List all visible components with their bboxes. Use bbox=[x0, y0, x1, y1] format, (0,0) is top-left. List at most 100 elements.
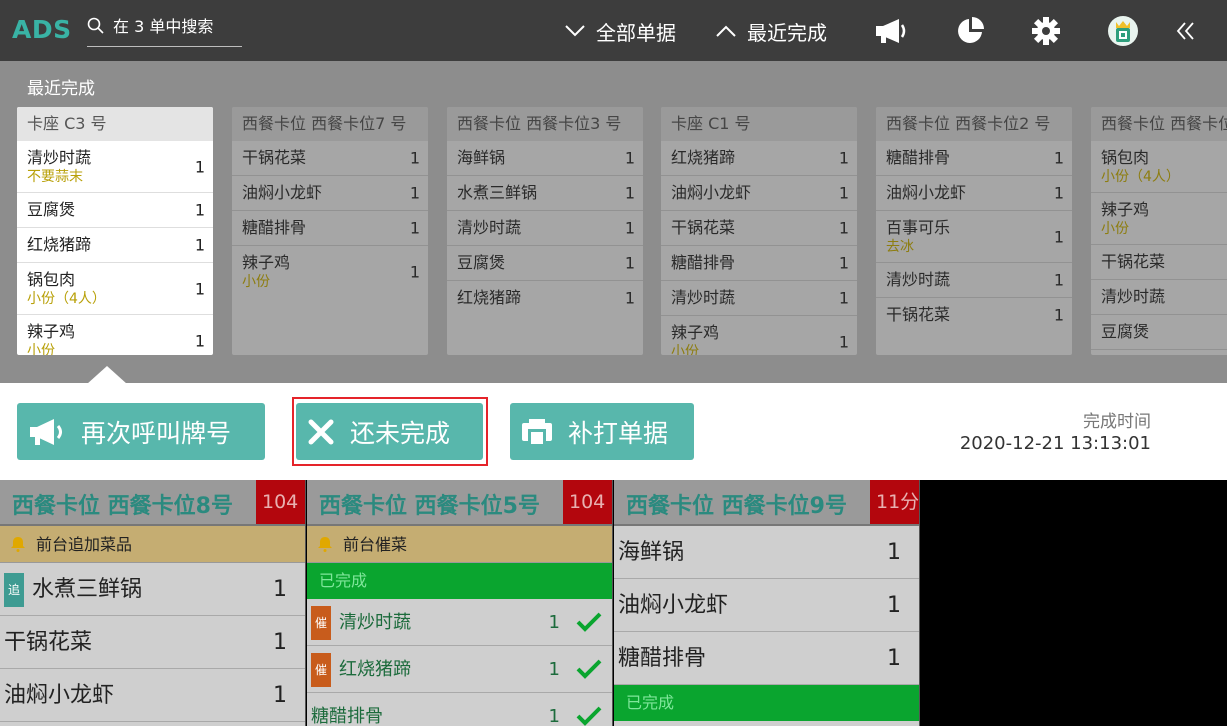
pie-chart-icon bbox=[958, 17, 984, 43]
card-item: 糖醋排骨 1 bbox=[876, 141, 1072, 176]
bell-icon bbox=[318, 537, 332, 552]
search-box[interactable] bbox=[87, 13, 242, 47]
ticket-title: 西餐卡位 西餐卡位5号 bbox=[319, 494, 540, 519]
check-icon bbox=[576, 659, 602, 679]
card-item: 锅包肉 小份（4人） bbox=[1091, 141, 1227, 193]
stats-button[interactable] bbox=[950, 12, 990, 50]
ticket-header: 西餐卡位 西餐卡位9号 11分 bbox=[614, 480, 919, 526]
broadcast-button[interactable] bbox=[871, 12, 911, 50]
ads-kds-app: ADS 全部单据 最近完成 最近完成 bbox=[0, 0, 1227, 726]
recent-done-panel: 最近完成 卡座 C3 号 清炒时蔬 不要蒜末 1 豆腐煲 1 红烧猪蹄 1 锅包肉 小份（… bbox=[0, 61, 1227, 383]
card-item: 干锅花菜 bbox=[1091, 245, 1227, 280]
card-item: 锅包肉 小份（4人） 1 bbox=[17, 263, 213, 315]
recent-card[interactable]: 西餐卡位 西餐卡位7 号 干锅花菜 1 油焖小龙虾 1 糖醋排骨 1 辣子鸡 小份 1 bbox=[232, 107, 428, 355]
card-header: 西餐卡位 西餐卡位2 号 bbox=[876, 107, 1072, 141]
card-item: 豆腐煲 1 bbox=[447, 246, 643, 281]
card-item: 水煮三鲜锅 1 bbox=[447, 176, 643, 211]
card-item: 清炒时蔬 1 bbox=[447, 211, 643, 246]
action-bar: 再次呼叫牌号 还未完成 补打单据 完成时间 2020-12-21 13:13:0… bbox=[0, 383, 1227, 480]
reprint-label: 补打单据 bbox=[568, 418, 669, 448]
finish-time-value: 2020-12-21 13:13:01 bbox=[959, 433, 1151, 454]
done-section-label: 已完成 bbox=[307, 563, 612, 599]
check-icon bbox=[576, 706, 602, 726]
card-item: 百事可乐 去冰 1 bbox=[876, 211, 1072, 263]
card-item: 红烧猪蹄 1 bbox=[17, 228, 213, 263]
top-bar: ADS 全部单据 最近完成 bbox=[0, 0, 1227, 61]
ticket-timer: 11分 bbox=[870, 480, 919, 524]
ticket-item: 催清炒时蔬 1 bbox=[307, 599, 612, 646]
card-item: 油焖小龙虾 1 bbox=[876, 176, 1072, 211]
card-item: 糖醋排骨 1 bbox=[661, 246, 857, 281]
search-input[interactable] bbox=[113, 13, 241, 39]
card-item: 干锅花菜 1 bbox=[661, 211, 857, 246]
back-button[interactable] bbox=[1166, 12, 1206, 50]
card-item: 辣子鸡 小份 bbox=[1091, 193, 1227, 245]
reprint-button[interactable]: 补打单据 bbox=[510, 403, 694, 460]
order-tickets: 西餐卡位 西餐卡位8号 104 前台追加菜品 追水煮三鲜锅 1 干锅花菜 1 油焖小… bbox=[0, 480, 1227, 726]
check-icon bbox=[576, 612, 602, 632]
ticket-timer: 104 bbox=[563, 480, 612, 524]
card-header: 卡座 C1 号 bbox=[661, 107, 857, 141]
add-tag: 追 bbox=[4, 573, 24, 607]
ticket-item: 催红烧猪蹄 1 bbox=[307, 646, 612, 693]
card-item: 油焖小龙虾 1 bbox=[661, 176, 857, 211]
recall-number-label: 再次呼叫牌号 bbox=[81, 418, 232, 448]
all-orders-button[interactable]: 全部单据 bbox=[564, 16, 676, 46]
card-item: 辣子鸡 小份 1 bbox=[671, 323, 849, 355]
card-header: 西餐卡位 西餐卡位7 号 bbox=[232, 107, 428, 141]
ticket-header: 西餐卡位 西餐卡位5号 104 bbox=[307, 480, 612, 526]
recent-card-selected[interactable]: 卡座 C3 号 清炒时蔬 不要蒜末 1 豆腐煲 1 红烧猪蹄 1 锅包肉 小份（4人） 1 … bbox=[17, 107, 213, 355]
megaphone-icon bbox=[30, 418, 62, 445]
card-item: 清炒时蔬 1 bbox=[661, 281, 857, 316]
order-ticket[interactable]: 西餐卡位 西餐卡位9号 11分 海鲜锅 1 油焖小龙虾 1 糖醋排骨 1 已完成 bbox=[614, 480, 920, 726]
card-item: 红烧猪蹄 1 bbox=[661, 141, 857, 176]
card-header: 西餐卡位 西餐卡位3 号 bbox=[447, 107, 643, 141]
ticket-header: 西餐卡位 西餐卡位8号 104 bbox=[0, 480, 305, 526]
ticket-item: 海鲜锅 1 bbox=[614, 526, 919, 579]
card-item: 清炒时蔬 不要蒜末 1 bbox=[17, 141, 213, 193]
ticket-title: 西餐卡位 西餐卡位8号 bbox=[12, 494, 233, 519]
app-logo: ADS bbox=[12, 15, 72, 44]
recent-done-label: 最近完成 bbox=[747, 20, 827, 45]
ticket-item: 糖醋排骨 1 bbox=[307, 693, 612, 726]
card-item: 海鲜锅 1 bbox=[447, 141, 643, 176]
ticket-item: 干锅花菜 1 bbox=[0, 616, 305, 669]
recent-done-title: 最近完成 bbox=[27, 79, 95, 99]
ticket-item: 糖醋排骨 1 bbox=[614, 632, 919, 685]
recent-card[interactable]: 西餐卡位 西餐卡位3 号 海鲜锅 1 水煮三鲜锅 1 清炒时蔬 1 豆腐煲 1 红烧猪蹄… bbox=[447, 107, 643, 355]
printer-icon bbox=[522, 418, 552, 444]
recent-card[interactable]: 西餐卡位 西餐卡位 锅包肉 小份（4人） 辣子鸡 小份 干锅花菜 清炒时蔬 豆腐煲 bbox=[1091, 107, 1227, 355]
hurry-tag: 催 bbox=[311, 606, 331, 640]
avatar-button[interactable] bbox=[1103, 12, 1143, 50]
ticket-note: 前台催菜 bbox=[307, 526, 612, 563]
ticket-item: 油焖小龙虾 1 bbox=[614, 579, 919, 632]
card-item: 红烧猪蹄 1 bbox=[457, 288, 635, 308]
recent-done-button[interactable]: 最近完成 bbox=[715, 16, 827, 46]
order-ticket[interactable]: 西餐卡位 西餐卡位8号 104 前台追加菜品 追水煮三鲜锅 1 干锅花菜 1 油焖小… bbox=[0, 480, 306, 726]
hurry-tag: 催 bbox=[311, 653, 331, 687]
ticket-timer: 104 bbox=[256, 480, 305, 524]
ticket-item: 油焖小龙虾 1 bbox=[0, 669, 305, 722]
card-item: 豆腐煲 1 bbox=[17, 193, 213, 228]
recall-number-button[interactable]: 再次呼叫牌号 bbox=[17, 403, 265, 460]
done-section-label: 已完成 bbox=[614, 685, 919, 721]
bell-icon bbox=[11, 537, 25, 552]
card-item: 辣子鸡 小份 1 bbox=[17, 315, 213, 355]
ticket-item: 追水煮三鲜锅 1 bbox=[0, 563, 305, 616]
megaphone-icon bbox=[876, 19, 906, 43]
ticket-note: 前台追加菜品 bbox=[0, 526, 305, 563]
chevron-up-icon bbox=[716, 25, 736, 37]
recent-card[interactable]: 卡座 C1 号 红烧猪蹄 1 油焖小龙虾 1 干锅花菜 1 糖醋排骨 1 清炒时蔬 1 辣… bbox=[661, 107, 857, 355]
card-item: 豆腐煲 bbox=[1091, 315, 1227, 350]
highlight-box bbox=[292, 397, 488, 466]
search-icon bbox=[87, 17, 104, 34]
all-orders-label: 全部单据 bbox=[596, 20, 676, 45]
order-ticket[interactable]: 西餐卡位 西餐卡位5号 104 前台催菜 已完成 催清炒时蔬 1 催红烧猪蹄 1 糖… bbox=[307, 480, 613, 726]
card-item: 干锅花菜 1 bbox=[886, 305, 1064, 325]
settings-button[interactable] bbox=[1026, 12, 1066, 50]
gear-icon bbox=[1032, 17, 1060, 45]
recent-card[interactable]: 西餐卡位 西餐卡位2 号 糖醋排骨 1 油焖小龙虾 1 百事可乐 去冰 1 清炒时蔬 1 … bbox=[876, 107, 1072, 355]
finish-time-label: 完成时间 bbox=[1083, 412, 1151, 432]
card-item: 辣子鸡 小份 1 bbox=[242, 253, 420, 290]
card-header: 西餐卡位 西餐卡位 bbox=[1091, 107, 1227, 141]
